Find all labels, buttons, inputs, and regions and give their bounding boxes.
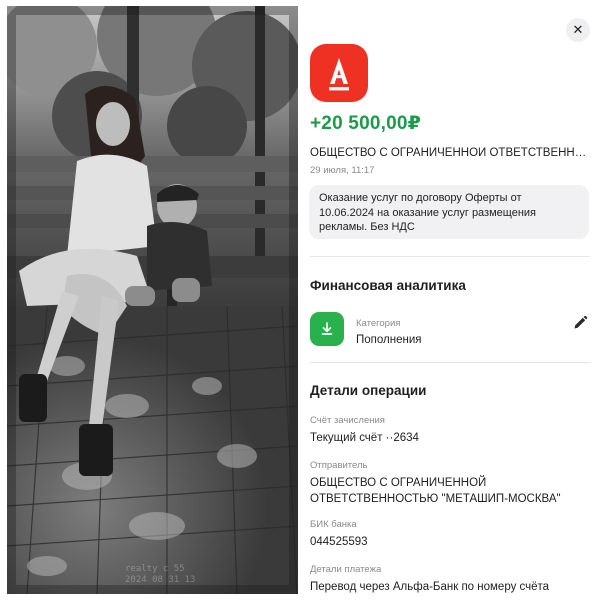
purpose-line: Оказание услуг по договору Оферты от [319,192,522,204]
watermark-line-1: realty c 55 [125,564,185,574]
sender-line: ОБЩЕСТВО С ОГРАНИЧЕННОЙ [310,477,487,489]
payment-details-value: Перевод через Альфа-Банк по номеру счёта [310,581,550,593]
divider [310,256,590,257]
photo-watermark: realty c 55 2024 08 31 13 [125,564,205,586]
category-label: Категория [356,318,401,329]
bik-label: БИК банка [310,519,357,530]
bank-logo [310,44,368,102]
divider [310,362,590,363]
bik-value: 044525593 [310,536,368,548]
transaction-amount: +20 500,00₽ [310,113,422,134]
edit-pencil-icon[interactable] [572,315,588,331]
category-icon[interactable] [310,312,344,346]
purpose-line: рекламы. Без НДС [319,221,415,233]
download-arrow-icon [321,322,333,335]
close-button[interactable]: ✕ [566,18,590,42]
analytics-section-title: Финансовая аналитика [310,278,466,293]
payment-purpose: Оказание услуг по договору Оферты от 10.… [309,185,589,239]
details-section-title: Детали операции [310,383,427,398]
photo-image [7,6,298,594]
sender-name-short: ОБЩЕСТВО С ОГРАНИЧЕННОЙ ОТВЕТСТВЕННО... [310,147,588,159]
category-value[interactable]: Пополнения [356,334,422,346]
purpose-line: 10.06.2024 на оказание услуг размещения [319,206,536,219]
sender-label: Отправитель [310,460,368,471]
watermark-line-2: 2024 08 31 13 [125,575,196,585]
sender-value: ОБЩЕСТВО С ОГРАНИЧЕННОЙ ОТВЕТСТВЕННОСТЬЮ… [310,476,590,507]
transaction-details-panel: ✕ +20 500,00₽ ОБЩЕСТВО С ОГРАНИЧЕННОЙ ОТ… [300,6,601,600]
close-icon: ✕ [572,22,584,38]
photo: realty c 55 2024 08 31 13 [7,6,298,594]
sender-line: ОТВЕТСТВЕННОСТЬЮ "МЕТАШИП-МОСКВА" [310,492,561,505]
payment-details-label: Детали платежа [310,564,382,575]
transaction-datetime: 29 июля, 11:17 [310,165,375,176]
account-value: Текущий счёт ··2634 [310,432,419,444]
account-label: Счёт зачисления [310,415,385,426]
alfa-bank-logo-icon [329,58,349,91]
